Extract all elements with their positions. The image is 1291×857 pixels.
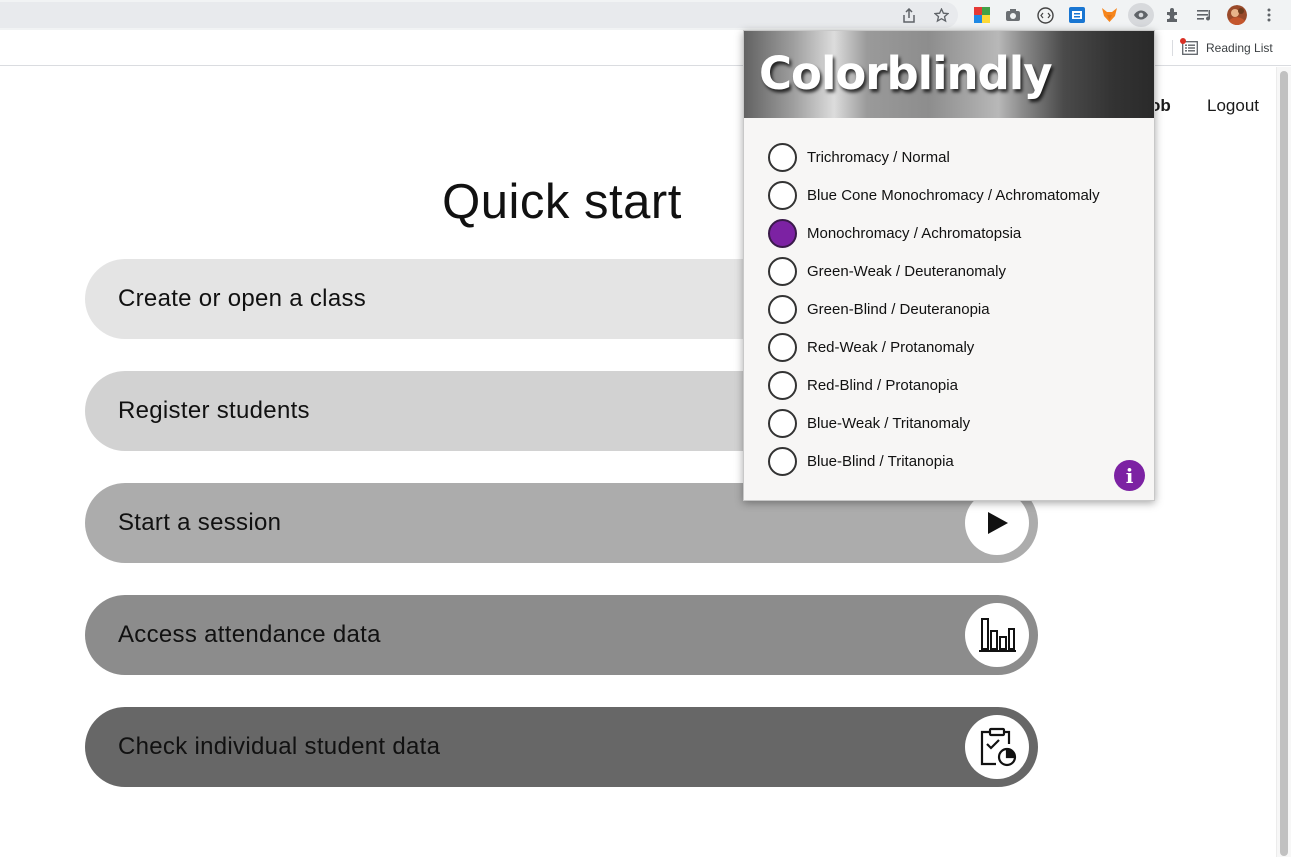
code-icon[interactable] [1035,5,1055,25]
logout-link[interactable]: Logout [1207,96,1259,116]
radio-button[interactable] [768,294,797,324]
camera-icon[interactable] [1003,5,1023,25]
scrollbar[interactable] [1276,67,1291,857]
option-blue-blind[interactable]: Blue-Blind / Tritanopia [768,446,954,476]
option-red-weak[interactable]: Red-Weak / Protanomaly [768,332,974,362]
popup-title: Colorblindly [759,47,1053,100]
notification-dot [1180,38,1186,44]
option-blue-weak[interactable]: Blue-Weak / Tritanomaly [768,408,970,438]
radio-button[interactable] [768,370,797,400]
radio-button[interactable] [768,256,797,286]
option-blue-cone-monochromacy[interactable]: Blue Cone Monochromacy / Achromatomaly [768,180,1100,210]
radio-button[interactable] [768,332,797,362]
option-label: Green-Blind / Deuteranopia [807,300,990,318]
option-label: Trichromacy / Normal [807,148,950,166]
option-label: Blue Cone Monochromacy / Achromatomaly [807,186,1100,204]
scrollbar-thumb[interactable] [1280,71,1288,856]
reading-list-button[interactable]: Reading List [1180,38,1273,58]
action-label: Start a session [118,509,282,536]
action-label: Register students [118,397,310,424]
radio-button[interactable] [768,180,797,210]
student-data-button[interactable]: Check individual student data [85,707,1038,787]
star-icon[interactable] [931,5,951,25]
media-queue-icon[interactable] [1195,5,1215,25]
bar-chart-icon [965,603,1029,667]
radio-button[interactable] [768,142,797,172]
info-icon[interactable]: i [1114,460,1145,491]
option-label: Blue-Blind / Tritanopia [807,452,954,470]
reading-list-label: Reading List [1206,41,1273,55]
extension-colorful-icon[interactable] [972,5,992,25]
option-label: Green-Weak / Deuteranomaly [807,262,1006,280]
eye-icon[interactable] [1128,3,1154,27]
translate-icon[interactable] [1067,5,1087,25]
address-bar[interactable] [0,2,958,28]
option-trichromacy[interactable]: Trichromacy / Normal [768,142,950,172]
option-green-weak[interactable]: Green-Weak / Deuteranomaly [768,256,1006,286]
action-label: Create or open a class [118,285,367,312]
option-label: Blue-Weak / Tritanomaly [807,414,971,432]
option-red-blind[interactable]: Red-Blind / Protanopia [768,370,958,400]
popup-header: Colorblindly [744,31,1154,118]
browser-toolbar [0,0,1291,30]
radio-button-selected[interactable] [768,218,797,248]
option-label: Red-Weak / Protanomaly [807,338,975,356]
radio-button[interactable] [768,408,797,438]
option-green-blind[interactable]: Green-Blind / Deuteranopia [768,294,990,324]
more-icon[interactable] [1259,5,1279,25]
radio-button[interactable] [768,446,797,476]
fox-icon[interactable] [1099,5,1119,25]
option-label: Monochromacy / Achromatopsia [807,224,1022,242]
option-monochromacy[interactable]: Monochromacy / Achromatopsia [768,218,1021,248]
action-label: Check individual student data [118,733,441,760]
attendance-data-button[interactable]: Access attendance data [85,595,1038,675]
puzzle-icon[interactable] [1163,5,1183,25]
option-label: Red-Blind / Protanopia [807,376,958,394]
reading-list-icon [1180,38,1198,55]
avatar[interactable] [1227,5,1247,25]
colorblindly-popup: Colorblindly Trichromacy / Normal Blue C… [743,30,1155,501]
bookmarks-divider [1172,40,1173,56]
action-label: Access attendance data [118,621,381,648]
clipboard-chart-icon [965,715,1029,779]
share-icon[interactable] [899,5,919,25]
